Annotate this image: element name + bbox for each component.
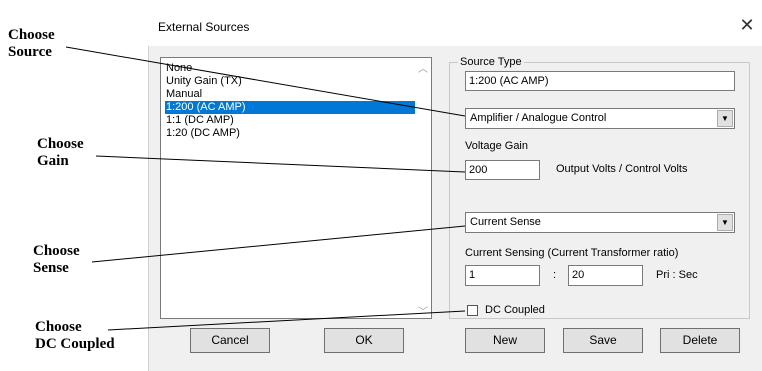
callout-leader-lines — [65, 46, 466, 331]
leader-line-source — [65, 46, 466, 117]
leader-line-gain — [95, 155, 466, 173]
leader-line-sense — [91, 225, 466, 263]
leader-line-dc-coupled — [107, 310, 466, 331]
